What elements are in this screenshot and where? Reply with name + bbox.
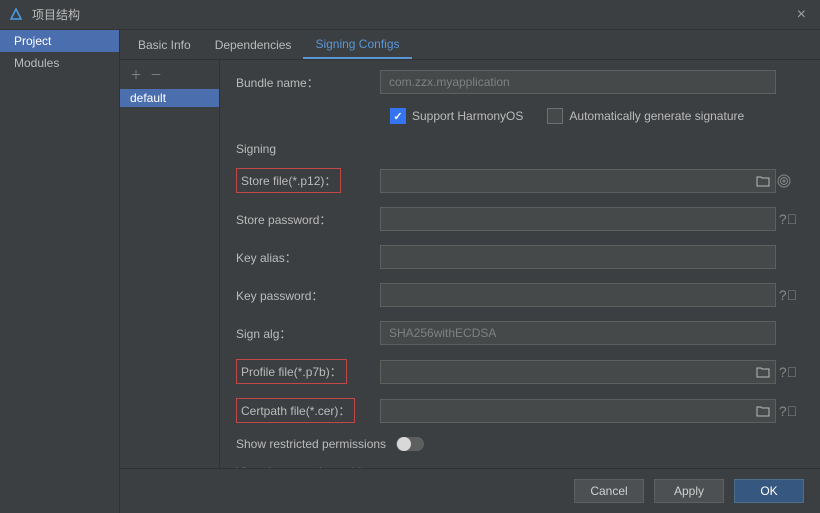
tab-signing-configs[interactable]: Signing Configs <box>303 31 411 59</box>
add-config-icon[interactable]: ＋ <box>130 66 142 83</box>
row-sign-alg: Sign alg： <box>230 321 800 345</box>
config-toolbar: ＋ － <box>120 60 219 89</box>
check-icon: ✓ <box>393 110 402 123</box>
row-store-password: Store password： ?⃝ <box>230 207 800 231</box>
config-item-label: default <box>130 91 166 105</box>
tab-dependencies[interactable]: Dependencies <box>203 32 304 58</box>
footer: Cancel Apply OK <box>120 468 820 513</box>
label-store-password: Store password： <box>230 211 380 228</box>
key-alias-input[interactable] <box>380 245 776 269</box>
tabs: Basic Info Dependencies Signing Configs <box>120 30 820 60</box>
titlebar: 项目结构 × <box>0 0 820 30</box>
show-restricted-toggle[interactable] <box>396 437 424 451</box>
sidebar-item-label: Project <box>14 34 51 48</box>
label-bundle-name: Bundle name： <box>230 74 380 91</box>
ok-button[interactable]: OK <box>734 479 804 503</box>
section-signing: Signing <box>236 142 800 156</box>
row-key-password: Key password： ?⃝ <box>230 283 800 307</box>
folder-icon[interactable] <box>756 405 770 417</box>
cancel-button[interactable]: Cancel <box>574 479 644 503</box>
remove-config-icon[interactable]: － <box>150 66 162 83</box>
close-icon[interactable]: × <box>791 6 812 24</box>
sidebar-item-modules[interactable]: Modules <box>0 52 119 74</box>
folder-icon[interactable] <box>756 366 770 378</box>
checkbox-support-harmonyos[interactable]: ✓ <box>390 108 406 124</box>
label-key-alias: Key alias： <box>230 249 380 266</box>
config-item-default[interactable]: default <box>120 89 219 107</box>
label-store-file: Store file(*.p12)： <box>236 168 341 193</box>
folder-icon[interactable] <box>756 175 770 187</box>
apply-button[interactable]: Apply <box>654 479 724 503</box>
row-certpath-file: Certpath file(*.cer)： ?⃝ <box>230 398 800 423</box>
body-row: ＋ － default Bundle name： ✓ Support Harmo… <box>120 60 820 468</box>
help-icon[interactable]: ?⃝ <box>776 211 800 227</box>
row-show-restricted: Show restricted permissions <box>230 437 800 451</box>
config-list: ＋ － default <box>120 60 220 468</box>
certpath-file-input[interactable] <box>380 399 776 423</box>
tab-basic-info[interactable]: Basic Info <box>126 32 203 58</box>
help-icon[interactable]: ?⃝ <box>776 403 800 419</box>
fingerprint-icon[interactable] <box>776 173 800 189</box>
help-icon[interactable]: ?⃝ <box>776 287 800 303</box>
tab-label: Dependencies <box>215 38 292 52</box>
row-key-alias: Key alias： <box>230 245 800 269</box>
label-key-password: Key password： <box>230 287 380 304</box>
row-profile-file: Profile file(*.p7b)： ?⃝ <box>230 359 800 384</box>
row-store-file: Store file(*.p12)： <box>230 168 800 193</box>
sidebar-item-project[interactable]: Project <box>0 30 119 52</box>
tab-label: Signing Configs <box>315 37 399 51</box>
row-checkboxes: ✓ Support HarmonyOS Automatically genera… <box>390 108 800 124</box>
help-icon[interactable]: ?⃝ <box>776 364 800 380</box>
label-support-harmonyos: Support HarmonyOS <box>412 109 523 123</box>
store-file-input[interactable] <box>380 169 776 193</box>
checkbox-auto-sign[interactable] <box>547 108 563 124</box>
content-area: Basic Info Dependencies Signing Configs … <box>120 30 820 513</box>
row-bundle-name: Bundle name： <box>230 70 800 94</box>
label-sign-alg: Sign alg： <box>230 325 380 342</box>
label-profile-file: Profile file(*.p7b)： <box>236 359 347 384</box>
key-password-input[interactable] <box>380 283 776 307</box>
main: Project Modules Basic Info Dependencies … <box>0 30 820 513</box>
label-certpath-file: Certpath file(*.cer)： <box>236 398 355 423</box>
tab-label: Basic Info <box>138 38 191 52</box>
label-show-restricted: Show restricted permissions <box>236 437 386 451</box>
profile-file-input[interactable] <box>380 360 776 384</box>
store-password-input[interactable] <box>380 207 776 231</box>
sidebar-item-label: Modules <box>14 56 59 70</box>
sidebar-left: Project Modules <box>0 30 120 513</box>
window-title: 项目结构 <box>32 6 791 23</box>
app-logo-icon <box>8 7 24 23</box>
form-area: Bundle name： ✓ Support HarmonyOS Automat… <box>220 60 820 468</box>
sign-alg-input[interactable] <box>380 321 776 345</box>
label-auto-sign: Automatically generate signature <box>569 109 744 123</box>
bundle-name-input[interactable] <box>380 70 776 94</box>
